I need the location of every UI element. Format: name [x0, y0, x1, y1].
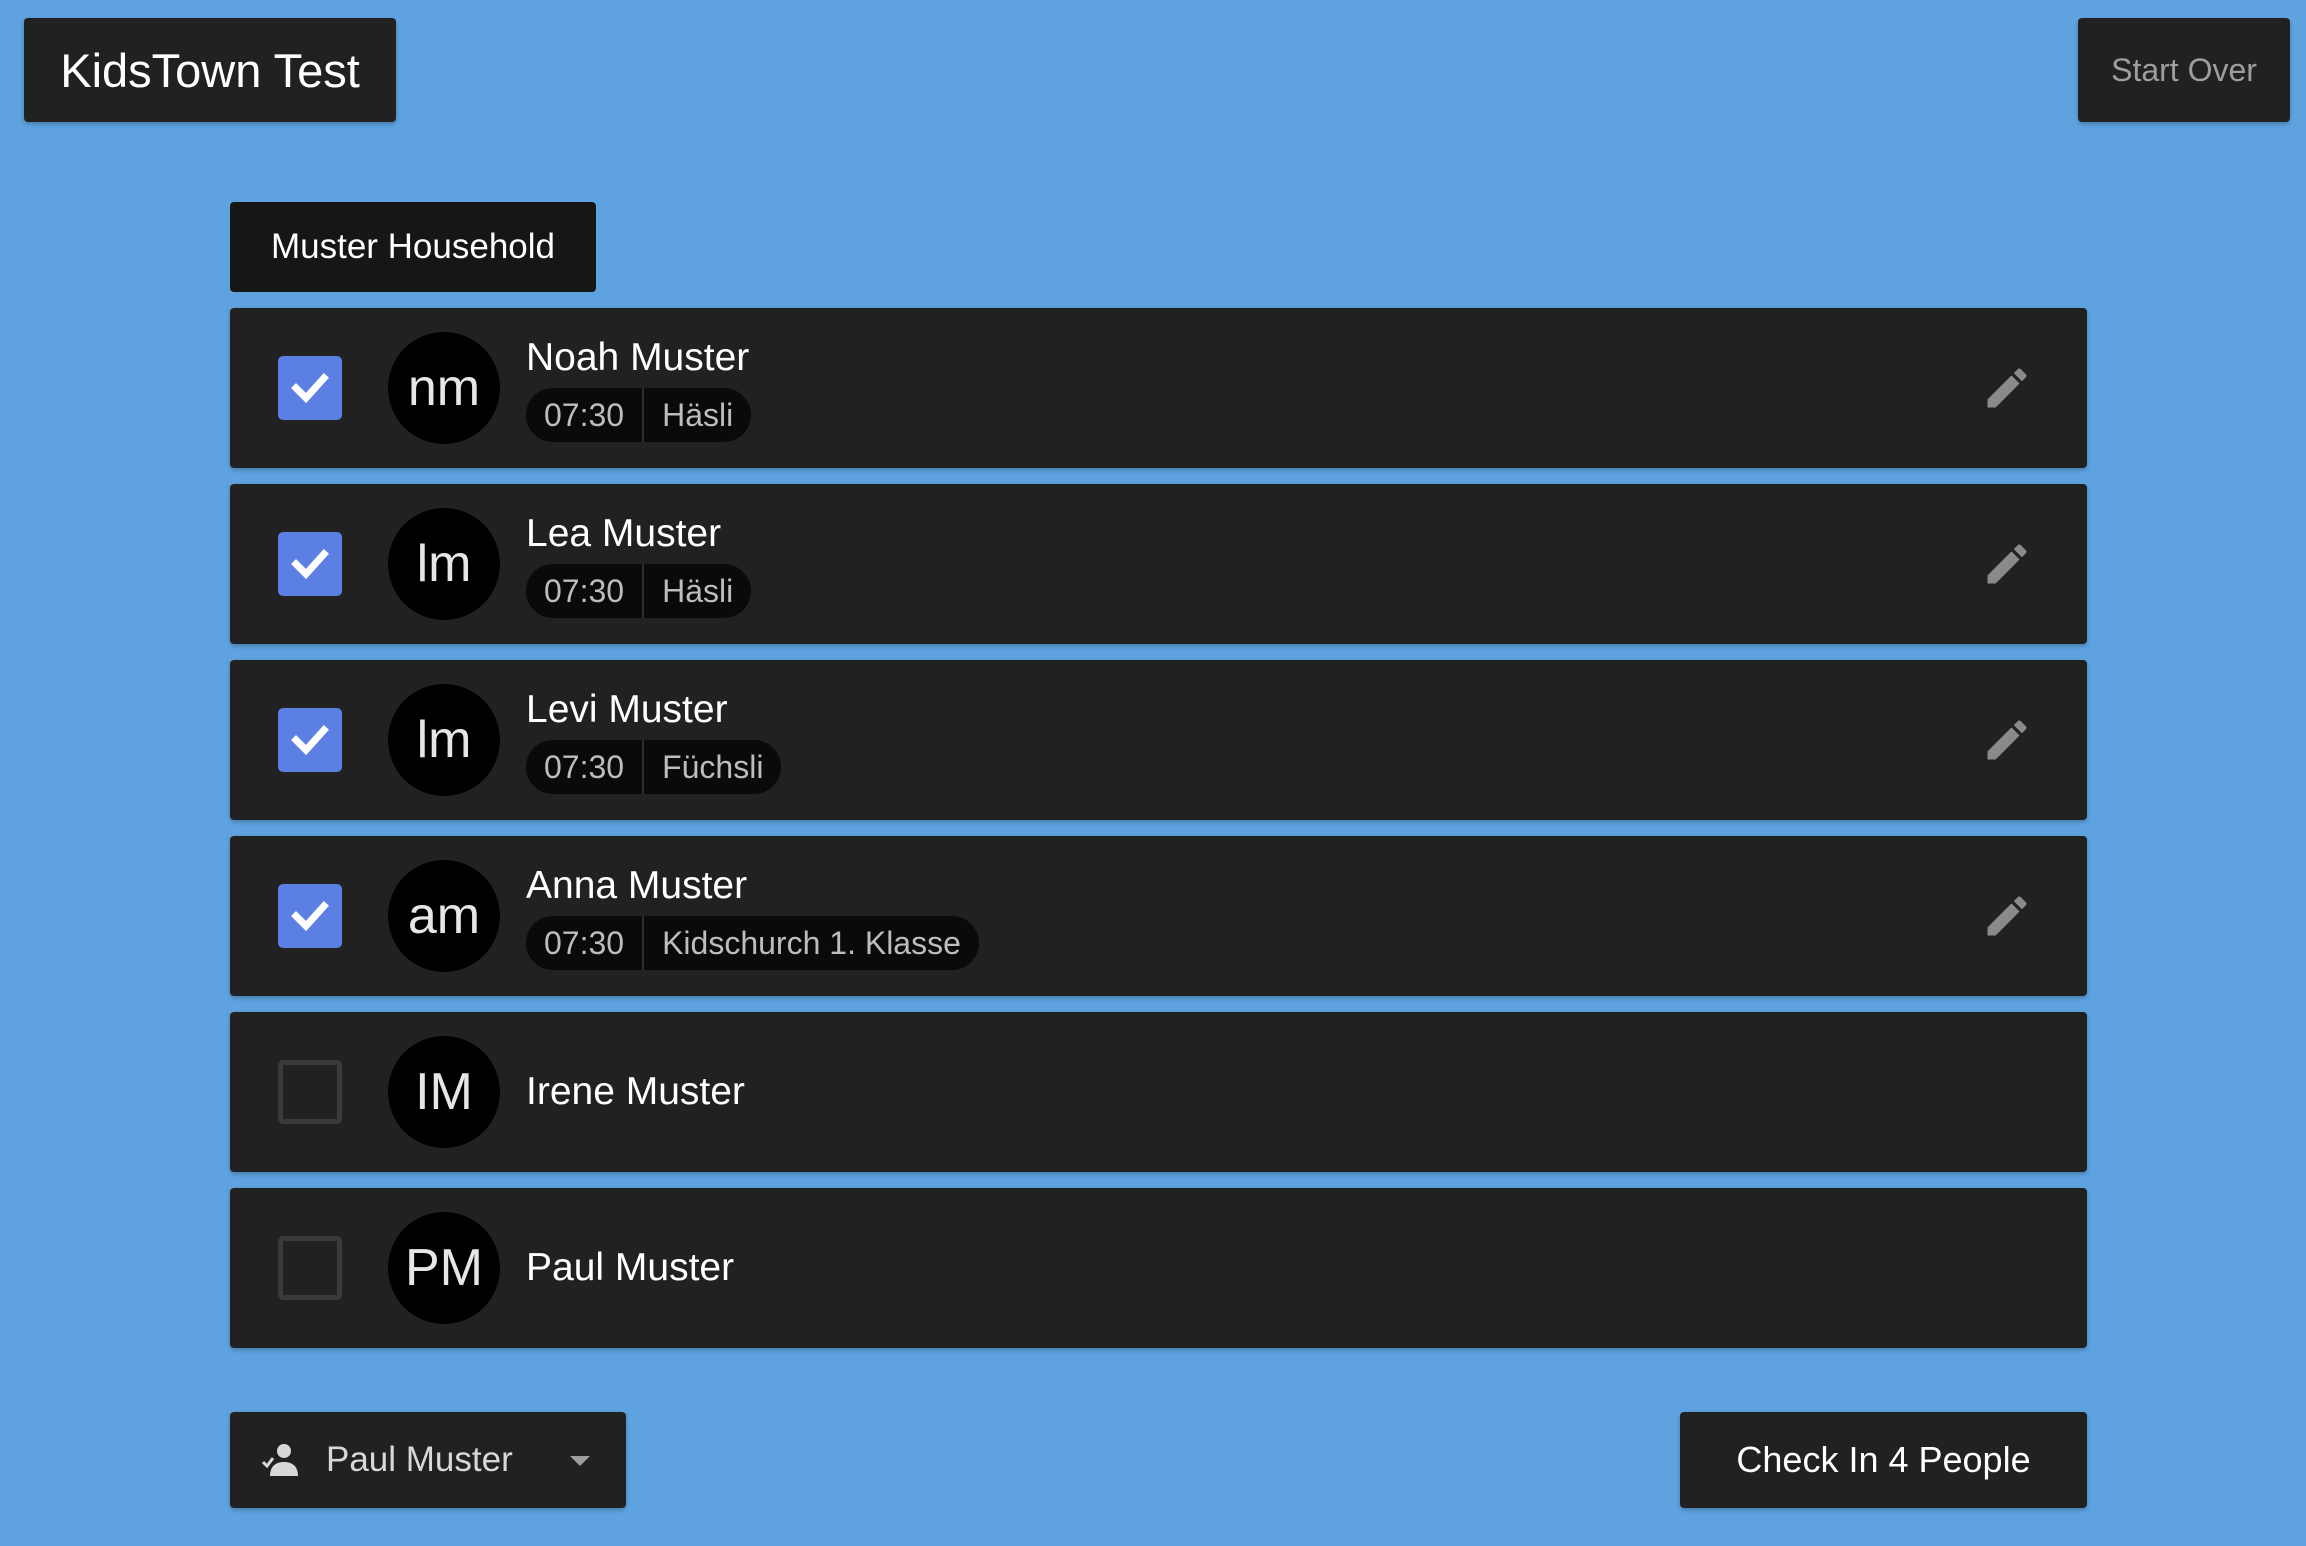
person-name: Paul Muster: [526, 1246, 735, 1289]
person-row[interactable]: IM Irene Muster: [230, 1012, 2087, 1172]
avatar: am: [388, 860, 500, 972]
person-info: Lea Muster 07:30 Häsli: [526, 484, 752, 644]
person-info: Levi Muster 07:30 Füchsli: [526, 660, 782, 820]
app-title: KidsTown Test: [24, 18, 396, 122]
person-name: Noah Muster: [526, 336, 750, 379]
checkmark-icon: [291, 373, 329, 404]
schedule-chip: 07:30 Häsli: [526, 388, 752, 442]
avatar: PM: [388, 1212, 500, 1324]
person-check-icon: [262, 1444, 298, 1476]
avatar: lm: [388, 684, 500, 796]
person-info: Irene Muster: [526, 1012, 745, 1172]
schedule-chip: 07:30 Füchsli: [526, 740, 782, 794]
edit-button[interactable]: [1971, 704, 2043, 776]
caret-down-icon: [570, 1456, 590, 1466]
person-row[interactable]: lm Lea Muster 07:30 Häsli: [230, 484, 2087, 644]
person-info: Anna Muster 07:30 Kidschurch 1. Klasse: [526, 836, 979, 996]
location-chip: Füchsli: [642, 740, 781, 794]
person-info: Noah Muster 07:30 Häsli: [526, 308, 752, 468]
person-name: Levi Muster: [526, 688, 728, 731]
checkmark-icon: [291, 725, 329, 756]
avatar: lm: [388, 508, 500, 620]
person-checkbox[interactable]: [278, 532, 342, 596]
person-checkbox[interactable]: [278, 708, 342, 772]
avatar: IM: [388, 1036, 500, 1148]
person-checkbox[interactable]: [278, 1060, 342, 1124]
pencil-icon: [1987, 544, 2027, 584]
checkmark-icon: [291, 549, 329, 580]
schedule-chip: 07:30 Häsli: [526, 564, 752, 618]
person-row[interactable]: PM Paul Muster: [230, 1188, 2087, 1348]
time-chip: 07:30: [544, 572, 625, 609]
location-chip: Häsli: [642, 564, 751, 618]
person-list: nm Noah Muster 07:30 Häsli lm Lea Muster 07:30…: [230, 308, 2087, 1364]
person-checkbox[interactable]: [278, 884, 342, 948]
checkmark-icon: [291, 901, 329, 932]
household-label: Muster Household: [230, 202, 596, 292]
edit-button[interactable]: [1971, 352, 2043, 424]
person-row[interactable]: nm Noah Muster 07:30 Häsli: [230, 308, 2087, 468]
person-checkbox[interactable]: [278, 356, 342, 420]
user-select-dropdown[interactable]: Paul Muster: [230, 1412, 626, 1508]
start-over-button[interactable]: Start Over: [2078, 18, 2290, 122]
person-row[interactable]: lm Levi Muster 07:30 Füchsli: [230, 660, 2087, 820]
check-in-button[interactable]: Check In 4 People: [1680, 1412, 2087, 1508]
edit-button[interactable]: [1971, 528, 2043, 600]
pencil-icon: [1987, 720, 2027, 760]
time-chip: 07:30: [544, 748, 625, 785]
time-chip: 07:30: [544, 924, 625, 961]
location-chip: Häsli: [642, 388, 751, 442]
person-info: Paul Muster: [526, 1188, 734, 1348]
avatar: nm: [388, 332, 500, 444]
time-chip: 07:30: [544, 396, 625, 433]
person-name: Anna Muster: [526, 864, 748, 907]
location-chip: Kidschurch 1. Klasse: [642, 916, 979, 970]
person-row[interactable]: am Anna Muster 07:30 Kidschurch 1. Klasse: [230, 836, 2087, 996]
pencil-icon: [1987, 368, 2027, 408]
person-name: Irene Muster: [526, 1070, 745, 1113]
person-name: Lea Muster: [526, 512, 722, 555]
schedule-chip: 07:30 Kidschurch 1. Klasse: [526, 916, 979, 970]
selected-user-label: Paul Muster: [326, 1440, 513, 1479]
edit-button[interactable]: [1971, 880, 2043, 952]
person-checkbox[interactable]: [278, 1236, 342, 1300]
pencil-icon: [1987, 896, 2027, 936]
